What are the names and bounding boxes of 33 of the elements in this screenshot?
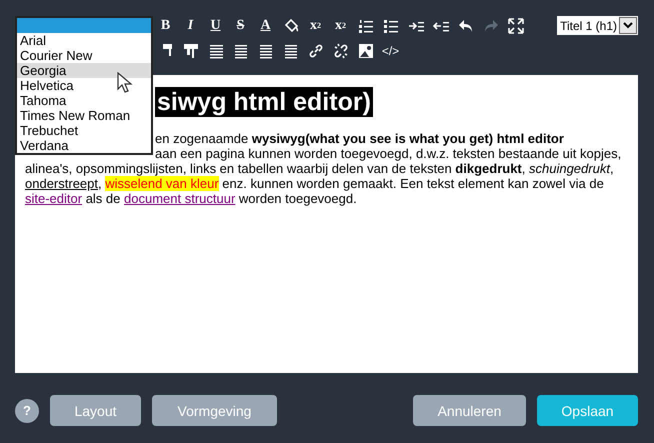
redo-icon [482,18,498,34]
dropdown-option[interactable]: Arial [17,33,151,48]
dropdown-option[interactable]: Georgia [17,63,151,78]
font-dropdown-list[interactable]: Arial Courier New Georgia Helvetica Tahoma Times New Roman Trebuchet Verdana [15,16,153,155]
align-left-icon [208,42,224,58]
text-color-button[interactable]: A [253,14,278,36]
italic-button[interactable]: I [178,14,203,36]
bold-button[interactable]: B [153,14,178,36]
align-right-icon [258,42,274,58]
unlink-icon [332,42,348,58]
text-link[interactable]: document structuur [124,191,236,206]
heading-text: siwyg html editor) [155,87,373,117]
source-code-button[interactable]: </> [378,40,403,62]
text-link[interactable]: site-editor [25,191,82,206]
dropdown-option[interactable]: Verdana [17,138,151,153]
dropdown-option[interactable]: Helvetica [17,78,151,93]
align-center-icon [232,42,248,58]
fullscreen-icon [508,18,524,34]
dropdown-option[interactable]: Trebuchet [17,123,151,138]
justify-icon [282,42,298,58]
mouse-pointer-icon [117,72,133,94]
underline-button[interactable]: U [203,14,228,36]
undo-icon [458,18,474,34]
dropdown-option[interactable]: Tahoma [17,93,151,108]
numbered-list-icon [358,18,374,34]
link-icon [308,42,324,58]
paint-bucket-icon [282,18,298,34]
strikethrough-button[interactable]: S [228,14,253,36]
heading-select[interactable]: Titel 1 (h1) [557,16,638,35]
dropdown-option[interactable]: Courier New [17,48,151,63]
bullet-list-icon [382,18,398,34]
image-icon [358,42,374,58]
dropdown-option[interactable]: Times New Roman [17,108,151,123]
